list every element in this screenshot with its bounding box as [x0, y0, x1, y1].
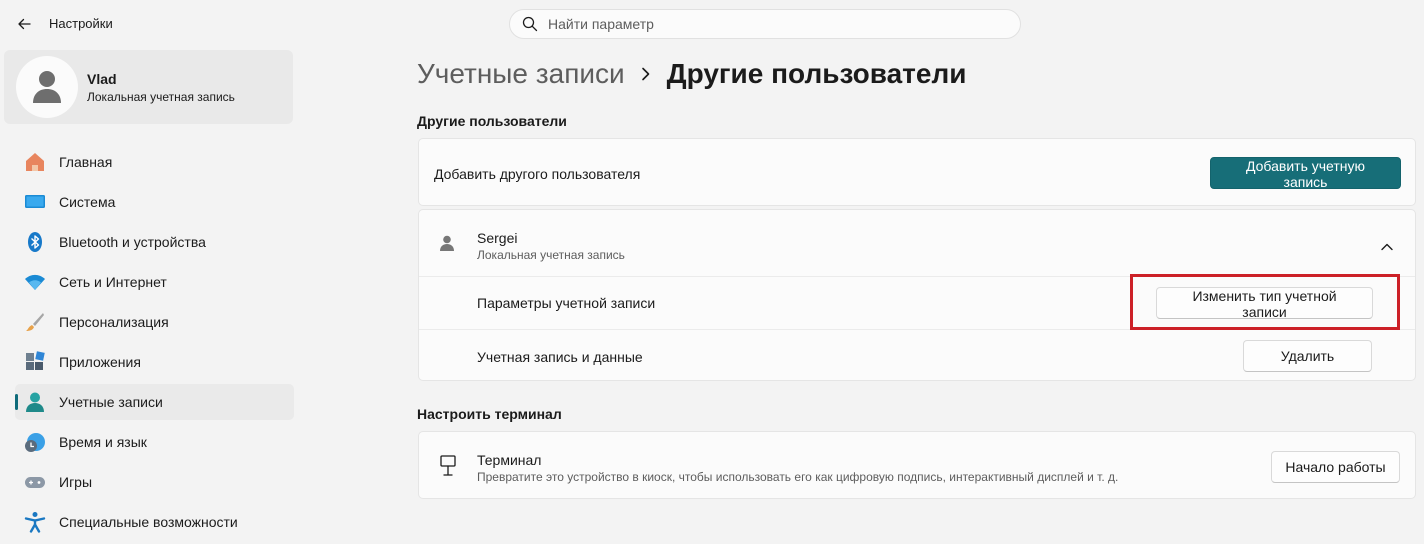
person-icon	[440, 235, 454, 256]
sidebar-item-personalization[interactable]: Персонализация	[15, 304, 294, 340]
brush-icon	[24, 311, 46, 333]
sidebar-item-label: Учетные записи	[59, 394, 163, 410]
add-user-card: Добавить другого пользователя Добавить у…	[418, 138, 1416, 206]
sidebar-item-label: Специальные возможности	[59, 514, 238, 530]
account-data-label: Учетная запись и данные	[477, 349, 643, 365]
kiosk-card: Терминал Превратите это устройство в кио…	[418, 431, 1416, 499]
chevron-right-icon	[641, 67, 651, 81]
breadcrumb: Учетные записи Другие пользователи	[417, 58, 966, 90]
user-profile-card[interactable]: Vlad Локальная учетная запись	[4, 50, 293, 124]
home-icon	[24, 151, 46, 173]
sidebar-item-apps[interactable]: Приложения	[15, 344, 294, 380]
kiosk-title: Терминал	[477, 452, 542, 468]
breadcrumb-parent[interactable]: Учетные записи	[417, 58, 625, 90]
section-title-kiosk: Настроить терминал	[417, 406, 562, 422]
apps-icon	[24, 351, 46, 373]
delete-account-button[interactable]: Удалить	[1243, 340, 1372, 372]
wifi-icon	[24, 271, 46, 293]
sidebar-item-home[interactable]: Главная	[15, 144, 294, 180]
back-button[interactable]	[12, 12, 36, 36]
bluetooth-icon	[24, 231, 46, 253]
sidebar-item-network[interactable]: Сеть и Интернет	[15, 264, 294, 300]
gamepad-icon	[24, 471, 46, 493]
profile-name: Vlad	[87, 71, 117, 87]
back-arrow-icon	[18, 18, 31, 30]
accounts-icon	[24, 391, 46, 413]
sidebar-item-accessibility[interactable]: Специальные возможности	[15, 504, 294, 540]
profile-account-type: Локальная учетная запись	[87, 90, 235, 104]
time-language-icon	[24, 431, 46, 453]
add-account-button[interactable]: Добавить учетную запись	[1210, 157, 1401, 190]
sidebar-item-label: Приложения	[59, 354, 141, 370]
add-user-label: Добавить другого пользователя	[434, 166, 641, 182]
sidebar-item-time-language[interactable]: Время и язык	[15, 424, 294, 460]
search-input[interactable]	[548, 16, 968, 32]
kiosk-description: Превратите это устройство в киоск, чтобы…	[477, 470, 1119, 484]
page-title: Другие пользователи	[666, 58, 967, 89]
sidebar-item-label: Bluetooth и устройства	[59, 234, 206, 250]
section-title-other-users: Другие пользователи	[417, 113, 567, 129]
user-account-type: Локальная учетная запись	[477, 248, 625, 262]
avatar	[16, 56, 78, 118]
user-card-sergei: Sergei Локальная учетная запись Параметр…	[418, 209, 1416, 381]
account-settings-row: Параметры учетной записи Изменить тип уч…	[419, 277, 1415, 329]
search-box[interactable]	[509, 9, 1021, 39]
system-icon	[24, 191, 46, 213]
person-icon	[33, 71, 61, 103]
accessibility-icon	[24, 511, 46, 533]
chevron-up-icon[interactable]	[1381, 238, 1393, 256]
account-data-row: Учетная запись и данные Удалить	[419, 330, 1415, 382]
sidebar-item-gaming[interactable]: Игры	[15, 464, 294, 500]
sidebar-item-accounts[interactable]: Учетные записи	[15, 384, 294, 420]
kiosk-icon	[439, 455, 457, 482]
account-settings-label: Параметры учетной записи	[477, 295, 656, 311]
user-header-row[interactable]: Sergei Локальная учетная запись	[419, 210, 1415, 276]
search-icon	[522, 16, 538, 32]
app-title: Настройки	[49, 16, 113, 31]
sidebar-item-label: Время и язык	[59, 434, 147, 450]
change-account-type-button[interactable]: Изменить тип учетной записи	[1156, 287, 1373, 320]
sidebar-item-bluetooth[interactable]: Bluetooth и устройства	[15, 224, 294, 260]
sidebar-item-label: Главная	[59, 154, 113, 170]
user-name: Sergei	[477, 230, 518, 246]
sidebar-item-label: Система	[59, 194, 116, 210]
sidebar-nav: Главная Система Bluetooth и устройства С…	[15, 144, 294, 544]
sidebar-item-label: Игры	[59, 474, 93, 490]
sidebar-item-system[interactable]: Система	[15, 184, 294, 220]
sidebar-item-label: Персонализация	[59, 314, 169, 330]
start-kiosk-button[interactable]: Начало работы	[1271, 451, 1400, 483]
title-bar: Настройки	[0, 0, 1424, 48]
sidebar-item-label: Сеть и Интернет	[59, 274, 167, 290]
